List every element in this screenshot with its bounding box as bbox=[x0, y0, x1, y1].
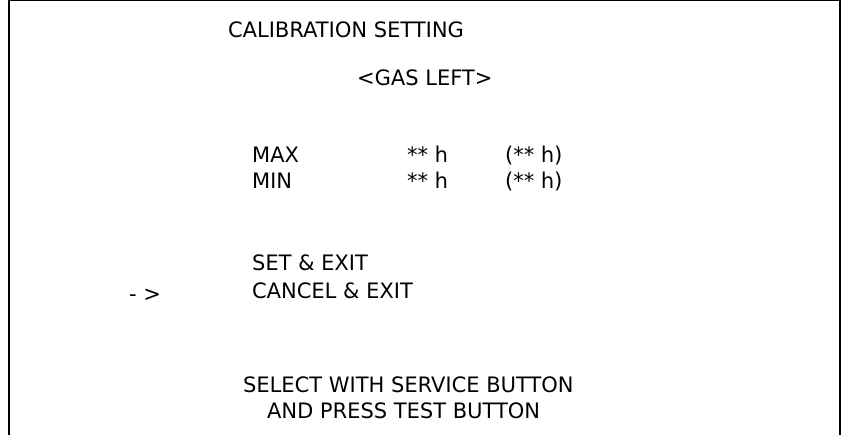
page-subtitle: <GAS LEFT> bbox=[357, 66, 493, 90]
menu-item-cancel-and-exit[interactable]: CANCEL & EXIT bbox=[252, 281, 413, 302]
menu-item-set-and-exit[interactable]: SET & EXIT bbox=[252, 253, 368, 274]
screen-frame: CALIBRATION SETTING <GAS LEFT> MAX ** h … bbox=[8, 0, 841, 435]
instruction-line-2: AND PRESS TEST BUTTON bbox=[267, 399, 541, 423]
selection-cursor-icon: - > bbox=[129, 282, 161, 306]
min-value: ** h bbox=[407, 169, 448, 193]
min-label: MIN bbox=[252, 169, 293, 193]
page-title: CALIBRATION SETTING bbox=[228, 18, 464, 42]
min-previous-value: (** h) bbox=[505, 169, 563, 193]
instruction-line-1: SELECT WITH SERVICE BUTTON bbox=[243, 373, 574, 397]
max-value: ** h bbox=[407, 143, 448, 167]
max-label: MAX bbox=[252, 143, 299, 167]
max-previous-value: (** h) bbox=[505, 143, 563, 167]
